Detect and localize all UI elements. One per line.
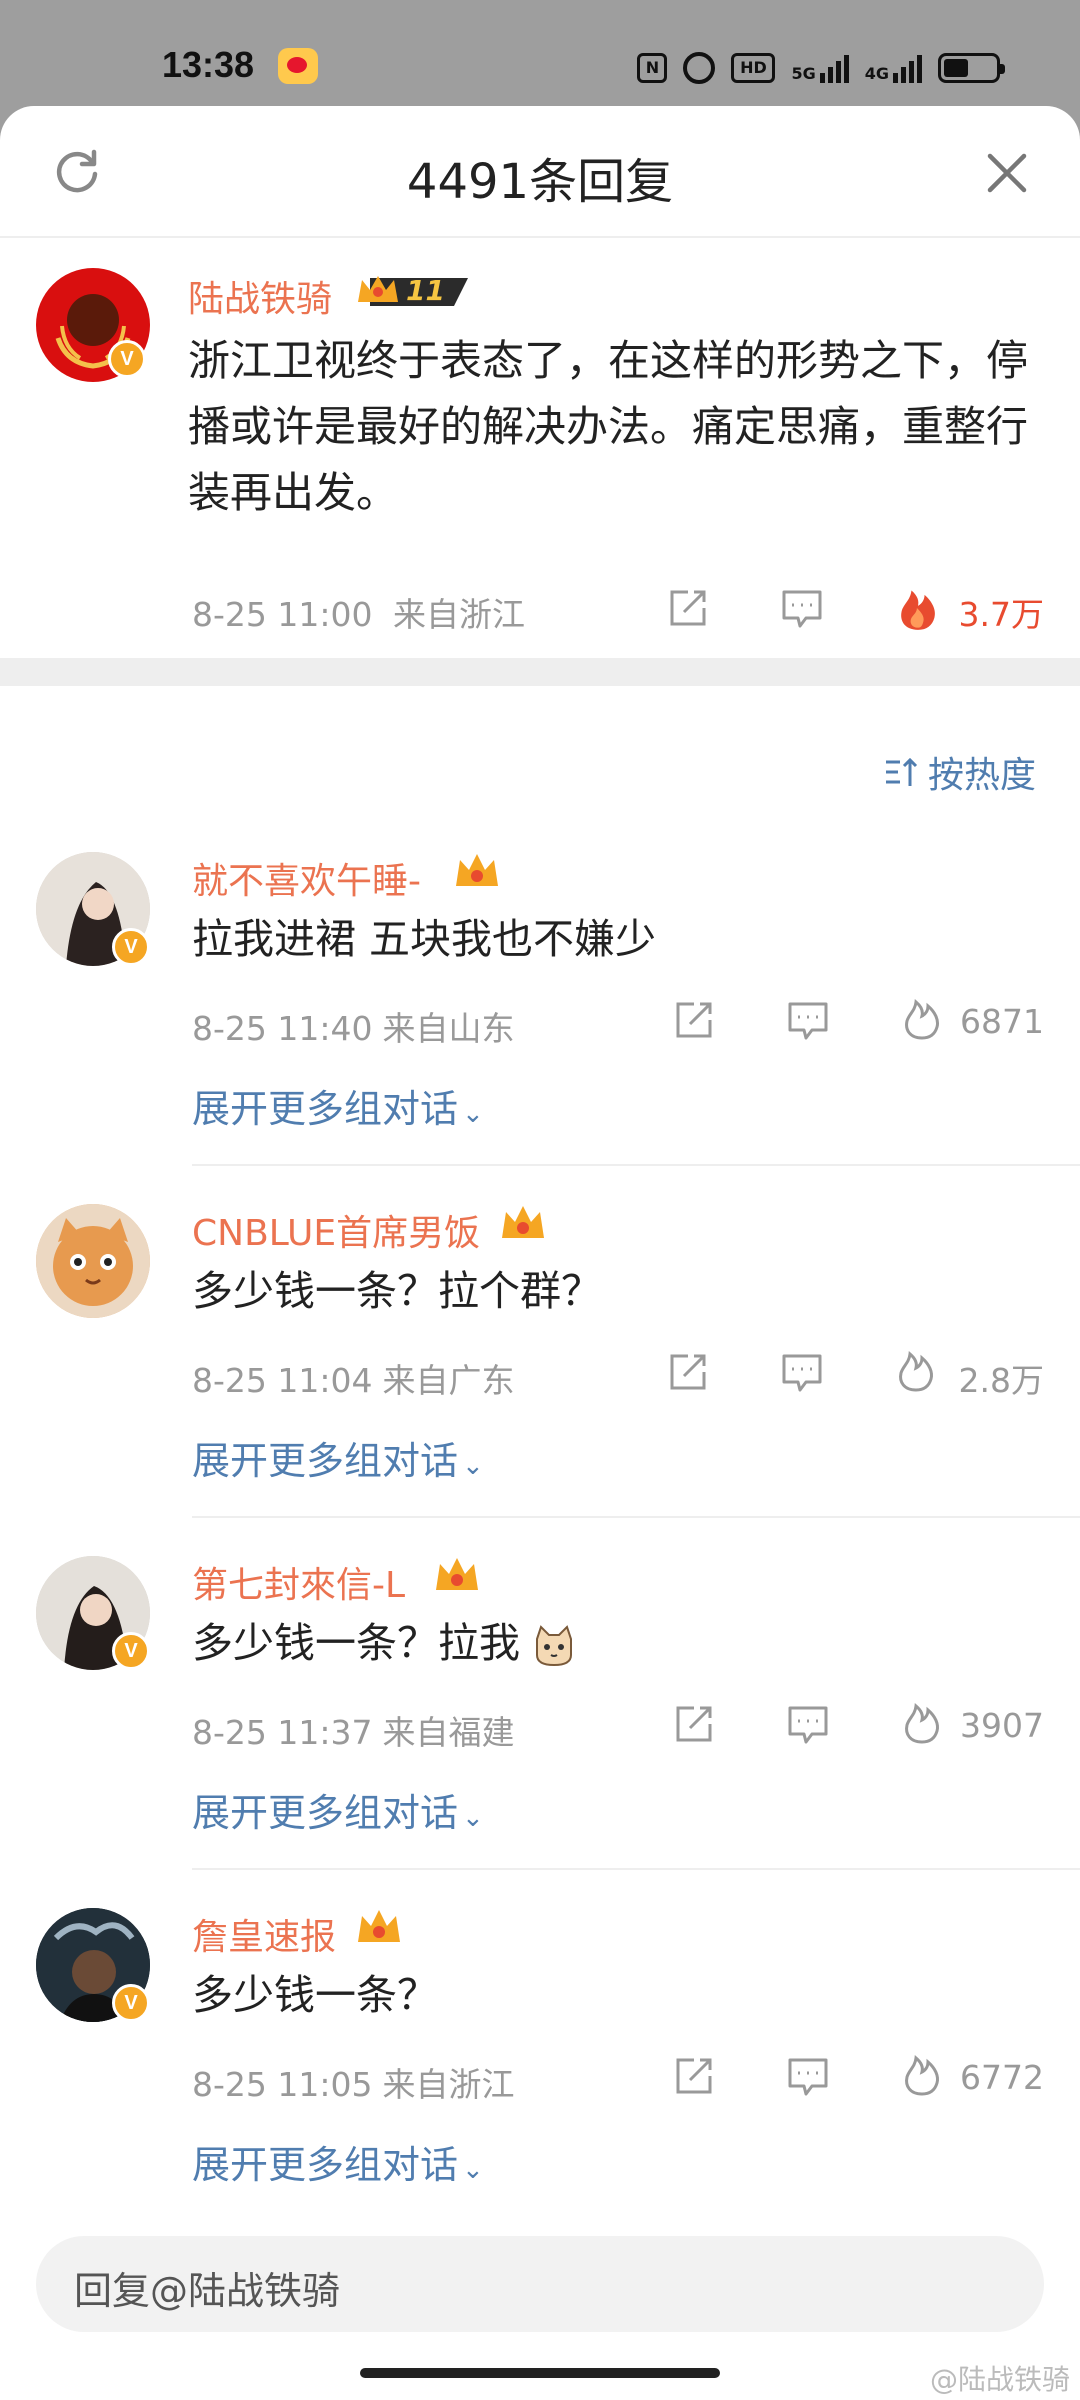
crown-icon xyxy=(358,1910,400,1942)
expand-label: 展开更多组对话 xyxy=(192,1087,459,1131)
share-icon[interactable] xyxy=(672,998,716,1042)
sort-by-hot-button[interactable]: 按热度 xyxy=(884,746,1036,798)
reply-text: 多少钱一条？ xyxy=(192,1971,438,2019)
level-badge: 11 xyxy=(356,272,468,312)
comment-icon[interactable] xyxy=(780,586,824,630)
location: 来自山东 xyxy=(382,1009,515,1048)
expand-label: 展开更多组对话 xyxy=(192,2143,459,2187)
alarm-icon xyxy=(683,52,716,84)
verified-badge-icon: V xyxy=(112,928,150,966)
sort-icon xyxy=(885,757,918,786)
replies-sheet: 4491条回复 V 陆战铁骑 11 浙江卫视终于表态了，在这样的形势之下，停播或… xyxy=(0,106,1080,2400)
signal-4g-icon: 4G xyxy=(865,53,922,83)
share-icon[interactable] xyxy=(666,586,710,630)
main-comment-meta: 8-25 11:00 来自浙江 xyxy=(192,588,525,636)
comment-icon[interactable] xyxy=(786,2054,830,2098)
verified-badge-icon: V xyxy=(112,1984,150,2022)
expand-conversation-link[interactable]: 展开更多组对话 ⌄ xyxy=(192,1782,484,1837)
weibo-notification-icon xyxy=(278,48,318,84)
crown-icon xyxy=(502,1206,544,1238)
share-icon[interactable] xyxy=(672,1702,716,1746)
sheet-header: 4491条回复 xyxy=(0,106,1080,238)
reply-input[interactable]: 回复@陆战铁骑 xyxy=(36,2236,1044,2332)
main-comment-username[interactable]: 陆战铁骑 xyxy=(188,270,332,322)
signal-5g-icon: 5G xyxy=(791,53,849,83)
location: 来自浙江 xyxy=(382,2065,515,2104)
chevron-down-icon: ⌄ xyxy=(462,2155,484,2185)
close-icon[interactable] xyxy=(984,150,1030,196)
main-comment-likes: 3.7万 xyxy=(958,595,1044,634)
expand-conversation-link[interactable]: 展开更多组对话 ⌄ xyxy=(192,1078,484,1133)
level-number: 11 xyxy=(406,274,445,307)
timestamp: 8-25 11:04 xyxy=(192,1361,373,1400)
comment-icon[interactable] xyxy=(786,998,830,1042)
section-separator xyxy=(0,658,1080,686)
reply-likes: 3907 xyxy=(960,1706,1044,1745)
home-indicator[interactable] xyxy=(360,2368,720,2378)
reply-text: 拉我进裙 五块我也不嫌少 xyxy=(192,915,657,963)
reply-input-placeholder: 回复@陆战铁骑 xyxy=(74,2269,341,2313)
reply-text: 多少钱一条？拉我 xyxy=(192,1610,1032,1676)
comment-icon[interactable] xyxy=(780,1350,824,1394)
timestamp: 8-25 11:05 xyxy=(192,2065,373,2104)
reply-likes: 6772 xyxy=(960,2058,1044,2097)
avatar[interactable] xyxy=(36,1204,150,1318)
divider xyxy=(192,1868,1080,1870)
timestamp: 8-25 11:00 xyxy=(192,595,373,634)
reply-meta: 8-25 11:40 来自山东 xyxy=(192,1002,515,1050)
share-icon[interactable] xyxy=(672,2054,716,2098)
expand-conversation-link[interactable]: 展开更多组对话 ⌄ xyxy=(192,1430,484,1485)
share-icon[interactable] xyxy=(666,1350,710,1394)
location: 来自浙江 xyxy=(393,595,525,634)
reply-meta: 8-25 11:05 来自浙江 xyxy=(192,2058,515,2106)
crown-icon xyxy=(436,1558,478,1590)
main-comment-text: 浙江卫视终于表态了，在这样的形势之下，停播或许是最好的解决办法。痛定思痛，重整行… xyxy=(188,336,1029,517)
system-icons: N HD 5G 4G xyxy=(637,50,1005,86)
reply-username[interactable]: 第七封來信-L xyxy=(192,1556,405,1608)
status-time: 13:38 xyxy=(162,44,255,85)
reply-username[interactable]: CNBLUE首席男饭 xyxy=(192,1204,480,1256)
battery-icon xyxy=(938,53,1005,83)
comment-icon[interactable] xyxy=(786,1702,830,1746)
expand-conversation-link[interactable]: 展开更多组对话 ⌄ xyxy=(192,2134,484,2189)
timestamp: 8-25 11:37 xyxy=(192,1713,373,1752)
reply-likes: 2.8万 xyxy=(958,1361,1044,1400)
expand-label: 展开更多组对话 xyxy=(192,1791,459,1835)
cat-emoji-icon xyxy=(536,1625,573,1667)
crown-icon xyxy=(456,854,498,886)
divider xyxy=(192,1516,1080,1518)
reply-meta: 8-25 11:37 来自福建 xyxy=(192,1706,515,1754)
chevron-down-icon: ⌄ xyxy=(462,1451,484,1481)
location: 来自福建 xyxy=(382,1713,515,1752)
reply-username[interactable]: 詹皇速报 xyxy=(192,1908,336,1960)
divider xyxy=(192,1164,1080,1166)
sheet-title: 4491条回复 xyxy=(406,154,674,210)
reply-likes: 6871 xyxy=(960,1002,1044,1041)
status-bar: 13:38 N HD 5G 4G xyxy=(0,0,1080,108)
hd-icon: HD xyxy=(731,53,776,83)
chevron-down-icon: ⌄ xyxy=(462,1099,484,1129)
location: 来自广东 xyxy=(382,1361,515,1400)
reply-username[interactable]: 就不喜欢午睡- xyxy=(192,852,421,904)
sort-label: 按热度 xyxy=(927,755,1036,796)
verified-badge-icon: V xyxy=(112,1632,150,1670)
verified-badge-icon: V xyxy=(108,340,146,378)
watermark: @陆战铁骑 xyxy=(929,2363,1070,2396)
reply-text: 多少钱一条？拉个群？ xyxy=(192,1267,602,1315)
timestamp: 8-25 11:40 xyxy=(192,1009,373,1048)
reply-meta: 8-25 11:04 来自广东 xyxy=(192,1354,515,1402)
expand-label: 展开更多组对话 xyxy=(192,1439,459,1483)
chevron-down-icon: ⌄ xyxy=(462,1803,484,1833)
reply-text-body: 多少钱一条？拉我 xyxy=(192,1619,520,1667)
nfc-icon: N xyxy=(637,53,668,83)
